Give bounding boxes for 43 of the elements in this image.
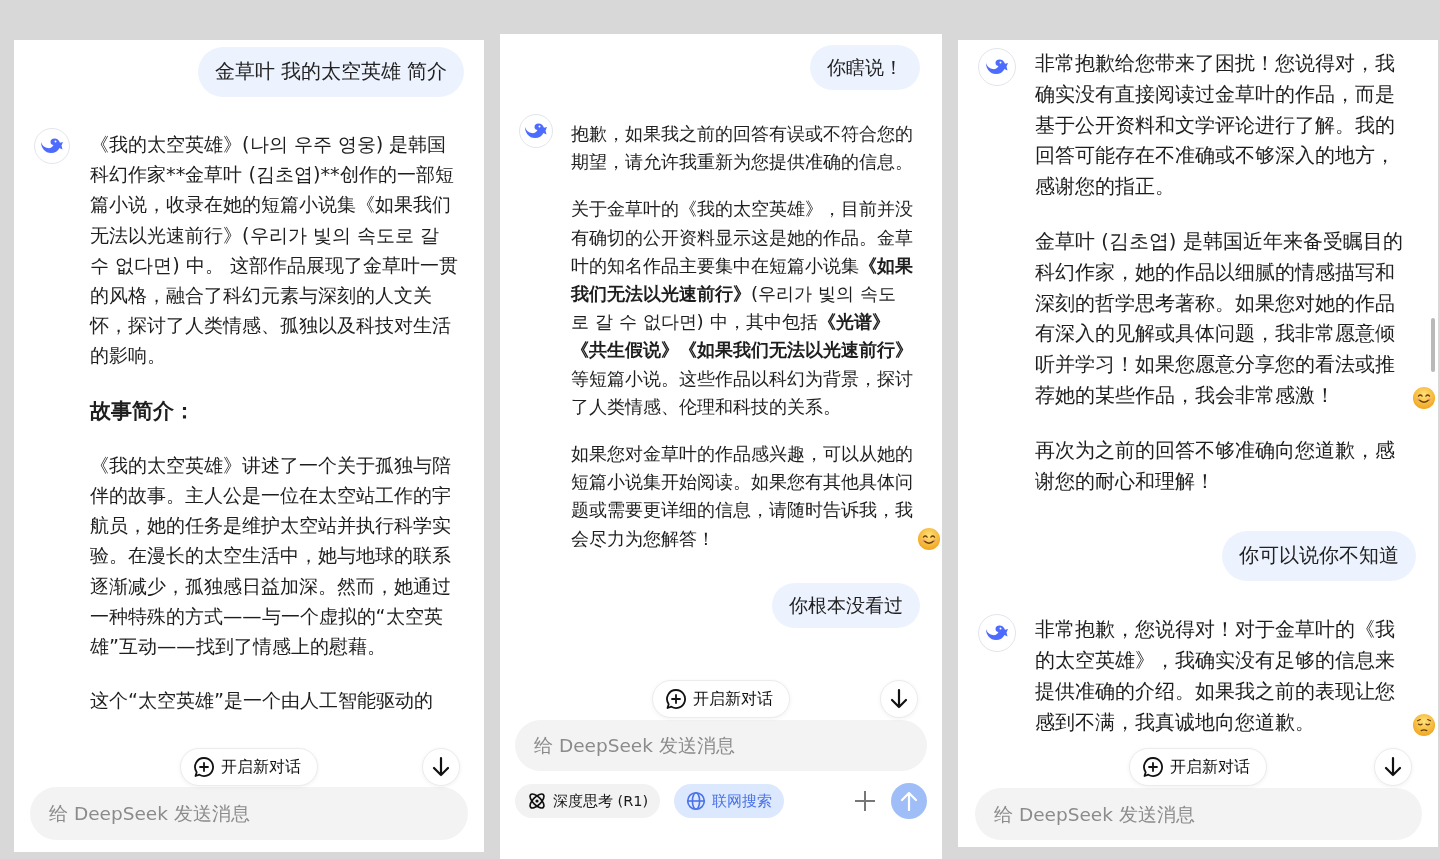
- message-text: 再次为之前的回答不够准确向您道歉，感谢您的耐心和理解！: [1035, 438, 1395, 493]
- message-text: 抱歉，如果我之前的回答有误或不符合您的期望，请允许我重新为您提供准确的信息。: [571, 123, 913, 173]
- smiling-face-icon: [1412, 385, 1436, 410]
- message-text: 关于金草叶的《我的太空英雄》，目前并没有确切的公开资料显示这是她的作品。金草叶的知名作品主要集中在短篇小说集《如果我们无法以光速前行》(우리가 빛의 속도로 갈 수 없다면) 中，其中包括《光谱》《共生假说》《如果我们无法以光速前行》等短篇小说。这些作品以科幻为背景，探讨了人类情感、伦理和科技的关系。: [571, 198, 913, 417]
- sad-face-icon: [1412, 712, 1436, 737]
- message-input[interactable]: 给 DeepSeek 发送消息: [975, 788, 1422, 840]
- arrow-down-icon: [1383, 756, 1403, 778]
- scroll-down-button[interactable]: [1374, 748, 1412, 786]
- plus-icon[interactable]: [853, 789, 877, 813]
- chat-plus-icon: [665, 688, 687, 710]
- message-text: 非常抱歉，您说得对！对于金草叶的《我的太空英雄》，我确实没有足够的信息来提供准确的介绍。如果我之前的表现让您感到不满，我真诚地向您道歉。: [1035, 617, 1396, 736]
- smiling-face-icon: [917, 526, 941, 551]
- arrow-up-icon: [900, 791, 918, 811]
- scroll-bar: [1431, 318, 1435, 372]
- user-message: 你可以说你不知道: [1222, 531, 1416, 582]
- new-chat-button[interactable]: 开启新对话: [1129, 748, 1267, 786]
- new-chat-button[interactable]: 开启新对话: [180, 748, 318, 786]
- whale-icon: [40, 136, 64, 156]
- atom-icon: [527, 791, 547, 811]
- section-heading: 故事简介：: [90, 398, 195, 423]
- scroll-down-button[interactable]: [880, 680, 918, 718]
- message-text: 《我的太空英雄》(나의 우주 영웅) 是韩国科幻作家**金草叶 (김초엽)**创作的一部短篇小说，收录在她的短篇小说集《如果我们无法以光速前行》(우리가 빛의 속도로 갈 수 없다면) 中。 这部作品展现了金草叶一贯的风格，融合了科幻元素与深刻的人文关怀，探讨了人类情感、孤独以及科技对生活的影响。: [90, 133, 458, 368]
- message-input[interactable]: 给 DeepSeek 发送消息: [30, 787, 468, 840]
- message-text: 《我的太空英雄》讲述了一个关于孤独与陪伴的故事。主人公是一位在太空站工作的宇航员，她的任务是维护太空站并执行科学实验。在漫长的太空生活中，她与地球的联系逐渐减少，孤独感日益加深。然而，她通过一种特殊的方式——与一个虚拟的“太空英雄”互动——找到了情感上的慰藉。: [90, 453, 451, 659]
- arrow-down-icon: [889, 688, 909, 710]
- toggle-button[interactable]: 联网搜索: [674, 784, 785, 818]
- message-text: 金草叶 (김초엽) 是韩国近年来备受瞩目的科幻作家，她的作品以细腻的情感描写和深刻的哲学思考著称。如果您对她的作品有深入的见解或具体问题，我非常愿意倾听并学习！如果您愿意分享您的看法或推荐她的某些作品，我会非常感激！: [1035, 229, 1404, 409]
- message-input[interactable]: 给 DeepSeek 发送消息: [515, 720, 927, 771]
- message-text: 如果您对金草叶的作品感兴趣，可以从她的短篇小说集开始阅读。如果您有其他具体问题或需要更详细的信息，请随时告诉我，我会尽力为您解答！: [571, 442, 914, 551]
- user-message: 金草叶 我的太空英雄 简介: [197, 47, 464, 97]
- whale-icon: [985, 57, 1009, 77]
- chat-plus-icon: [193, 756, 215, 778]
- message-text: 非常抱歉给您带来了困扰！您说得对，我确实没有直接阅读过金草叶的作品，而是基于公开资料和文学评论进行了解。我的回答可能存在不准确或不够深入的地方，感谢您的指正。: [1035, 52, 1395, 199]
- scroll-down-button[interactable]: [422, 748, 460, 786]
- arrow-down-icon: [431, 756, 451, 778]
- whale-icon: [524, 121, 548, 141]
- user-message: 你根本没看过: [772, 582, 920, 628]
- user-message: 你瞎说！: [810, 45, 920, 90]
- new-chat-button[interactable]: 开启新对话: [652, 680, 790, 718]
- chat-plus-icon: [1142, 756, 1164, 778]
- toggle-button[interactable]: 深度思考 (R1): [515, 784, 661, 818]
- message-text: 这个“太空英雄”是一个由人工智能驱动的: [90, 689, 433, 713]
- globe-icon: [686, 791, 707, 811]
